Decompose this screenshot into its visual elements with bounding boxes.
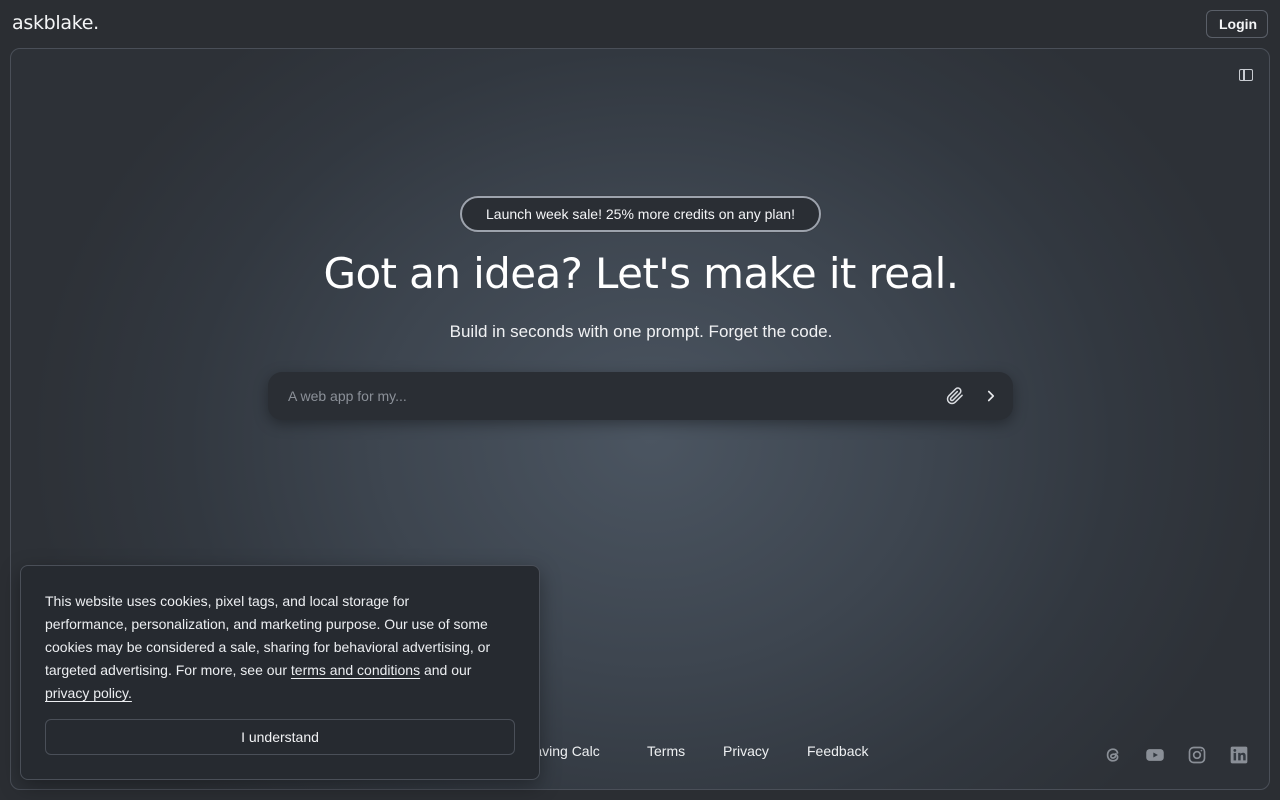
chevron-right-icon[interactable]	[982, 387, 1000, 405]
instagram-icon[interactable]	[1187, 745, 1207, 765]
login-button[interactable]: Login	[1206, 10, 1268, 38]
prompt-bar	[268, 372, 1013, 420]
prompt-input[interactable]	[268, 372, 928, 420]
promo-banner[interactable]: Launch week sale! 25% more credits on an…	[460, 196, 821, 232]
logo[interactable]: askblake.	[12, 12, 99, 34]
privacy-link[interactable]: privacy policy.	[45, 685, 132, 701]
paperclip-icon[interactable]	[946, 387, 964, 405]
terms-link[interactable]: terms and conditions	[291, 662, 420, 678]
cookie-text: This website uses cookies, pixel tags, a…	[45, 590, 495, 705]
youtube-icon[interactable]	[1145, 745, 1165, 765]
page-title: Got an idea? Let's make it real.	[323, 249, 960, 298]
footer-link-terms[interactable]: Terms	[647, 743, 685, 759]
top-bar: askblake. Login	[0, 0, 1280, 48]
page-subtitle: Build in seconds with one prompt. Forget…	[449, 322, 833, 341]
threads-icon[interactable]	[1103, 745, 1123, 765]
linkedin-icon[interactable]	[1229, 745, 1249, 765]
footer-link-privacy[interactable]: Privacy	[723, 743, 769, 759]
cookie-banner: This website uses cookies, pixel tags, a…	[20, 565, 540, 780]
accept-cookies-button[interactable]: I understand	[45, 719, 515, 755]
cookie-text-and: and our	[420, 662, 472, 678]
sidebar-toggle-icon[interactable]	[1239, 69, 1253, 81]
footer-link-feedback[interactable]: Feedback	[807, 743, 868, 759]
